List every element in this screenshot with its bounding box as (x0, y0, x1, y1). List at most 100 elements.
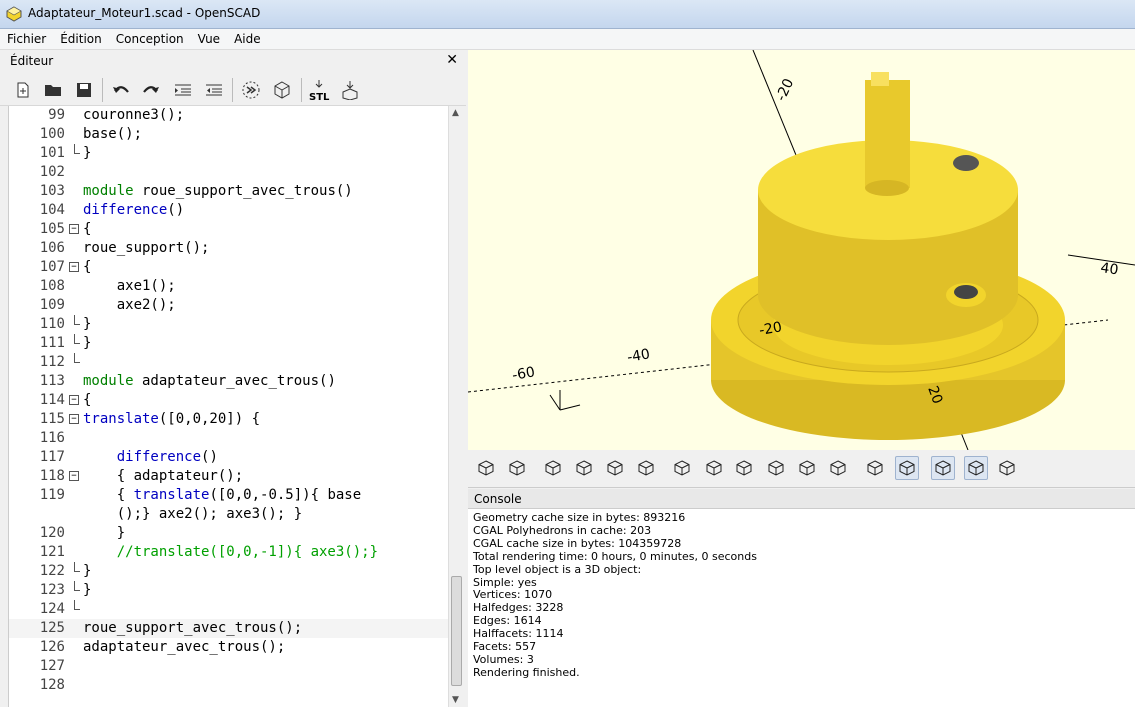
render-button[interactable] (505, 456, 529, 480)
preview-icon (242, 81, 260, 99)
undo-button[interactable] (110, 79, 132, 101)
view-bottom-button[interactable] (732, 456, 756, 480)
save-button[interactable] (73, 79, 95, 101)
view-left-button[interactable] (764, 456, 788, 480)
code-text: difference() (116, 449, 218, 465)
reset-view-button[interactable] (634, 456, 658, 480)
code-line[interactable]: 108 axe1(); (9, 277, 448, 296)
code-line[interactable]: 120 } (9, 524, 448, 543)
code-line[interactable]: 117 difference() (9, 448, 448, 467)
fold-toggle-icon[interactable]: − (69, 395, 79, 405)
code-line[interactable]: 107−{ (9, 258, 448, 277)
line-number: 125 (39, 620, 65, 636)
close-editor-button[interactable]: ✕ (446, 52, 458, 68)
code-text: } (83, 563, 92, 579)
code-line[interactable]: 102 (9, 163, 448, 182)
fold-end-marker (74, 315, 80, 325)
code-line[interactable]: 118− { adaptateur(); (9, 467, 448, 486)
code-text: { (83, 259, 92, 275)
view-all-button[interactable] (541, 456, 565, 480)
new-button[interactable] (12, 79, 34, 101)
zoom-in-button[interactable] (572, 456, 596, 480)
view-top-button[interactable] (702, 456, 726, 480)
menu-conception[interactable]: Conception (109, 29, 191, 49)
code-line[interactable]: 122} (9, 562, 448, 581)
redo-button[interactable] (140, 79, 162, 101)
fold-toggle-icon[interactable]: − (69, 262, 79, 272)
code-line[interactable]: 99 couronne3(); (9, 106, 448, 125)
close-window-button[interactable] (1105, 0, 1135, 20)
menu-fichier[interactable]: Fichier (0, 29, 53, 49)
code-line[interactable]: 115− translate([0,0,20]) { (9, 410, 448, 429)
code-editor[interactable]: 99 couronne3(); 100 base(); 101} 102 103 module… (8, 106, 448, 707)
fold-toggle-icon[interactable]: − (69, 471, 79, 481)
indent-button[interactable] (172, 79, 194, 101)
code-line[interactable]: 124 (9, 600, 448, 619)
3d-viewport[interactable]: -20 -40 -60 40 -20 20 (468, 50, 1135, 450)
menu-vue[interactable]: Vue (191, 29, 227, 49)
open-button[interactable] (42, 79, 64, 101)
code-line[interactable]: 104 difference() (9, 201, 448, 220)
view-front-button[interactable] (795, 456, 819, 480)
view-all-icon (545, 460, 561, 476)
code-text: adaptateur_avec_trous(); (83, 639, 286, 655)
maximize-button[interactable] (1075, 0, 1105, 20)
code-line[interactable]: 110} (9, 315, 448, 334)
show-scale-button[interactable] (964, 456, 988, 480)
console-line: Top level object is a 3D object: (473, 562, 642, 576)
code-line[interactable]: 125 roue_support_avec_trous(); (9, 619, 448, 638)
code-line[interactable]: 113 module adaptateur_avec_trous() (9, 372, 448, 391)
menu-edition[interactable]: Édition (53, 29, 109, 49)
code-line[interactable]: 101} (9, 144, 448, 163)
code-line[interactable]: 128 (9, 676, 448, 695)
fold-toggle-icon[interactable]: − (69, 414, 79, 424)
orthogonal-button[interactable] (895, 456, 919, 480)
line-number: 126 (39, 639, 65, 655)
code-line[interactable]: 100 base(); (9, 125, 448, 144)
code-line[interactable]: 109 axe2(); (9, 296, 448, 315)
send-to-printer-button[interactable] (339, 79, 361, 101)
code-line[interactable]: 121 //translate([0,0,-1]){ axe3();} (9, 543, 448, 562)
preview-button[interactable] (474, 456, 498, 480)
code-text: difference() (83, 202, 185, 218)
code-text: axe2(); (83, 297, 176, 313)
export-stl-button[interactable]: STL (308, 79, 330, 103)
axes-gizmo (549, 390, 581, 411)
code-line[interactable]: 111} (9, 334, 448, 353)
code-line[interactable]: 116 (9, 429, 448, 448)
scroll-down-icon[interactable]: ▼ (452, 695, 459, 705)
minimize-button[interactable] (1045, 0, 1075, 20)
fold-end-marker (74, 353, 80, 363)
perspective-button[interactable] (863, 456, 887, 480)
preview-button[interactable] (240, 79, 262, 101)
editor-scrollbar[interactable]: ▲ ▼ (448, 106, 464, 707)
zoom-out-button[interactable] (603, 456, 627, 480)
view-back-button[interactable] (826, 456, 850, 480)
code-line[interactable]: 114−{ (9, 391, 448, 410)
code-line[interactable]: 126 adaptateur_avec_trous(); (9, 638, 448, 657)
menu-aide[interactable]: Aide (227, 29, 268, 49)
fold-toggle-icon[interactable]: − (69, 224, 79, 234)
code-line[interactable]: 123} (9, 581, 448, 600)
show-axes-button[interactable] (931, 456, 955, 480)
scroll-up-icon[interactable]: ▲ (452, 108, 459, 118)
code-line[interactable]: 103 module roue_support_avec_trous() (9, 182, 448, 201)
render-button[interactable] (271, 79, 293, 101)
unindent-button[interactable] (203, 79, 225, 101)
code-line[interactable]: 106 roue_support(); (9, 239, 448, 258)
code-line[interactable]: 119 { translate([0,0,-0.5]){ base (9, 486, 448, 505)
code-line[interactable]: ();} axe2(); axe3(); } (9, 505, 448, 524)
code-line[interactable]: 127 (9, 657, 448, 676)
axis-label-neg20-y: -20 (773, 76, 797, 103)
zoom-in-icon (576, 460, 592, 476)
indent-icon (175, 84, 191, 96)
scrollbar-thumb[interactable] (451, 576, 462, 686)
show-scale-icon (968, 460, 984, 476)
code-line[interactable]: 112 (9, 353, 448, 372)
code-text: { adaptateur(); (83, 468, 244, 484)
show-edges-button[interactable] (995, 456, 1019, 480)
code-line[interactable]: 105−{ (9, 220, 448, 239)
line-number: 119 (39, 487, 65, 503)
code-text: axe1(); (83, 278, 176, 294)
view-right-button[interactable] (670, 456, 694, 480)
